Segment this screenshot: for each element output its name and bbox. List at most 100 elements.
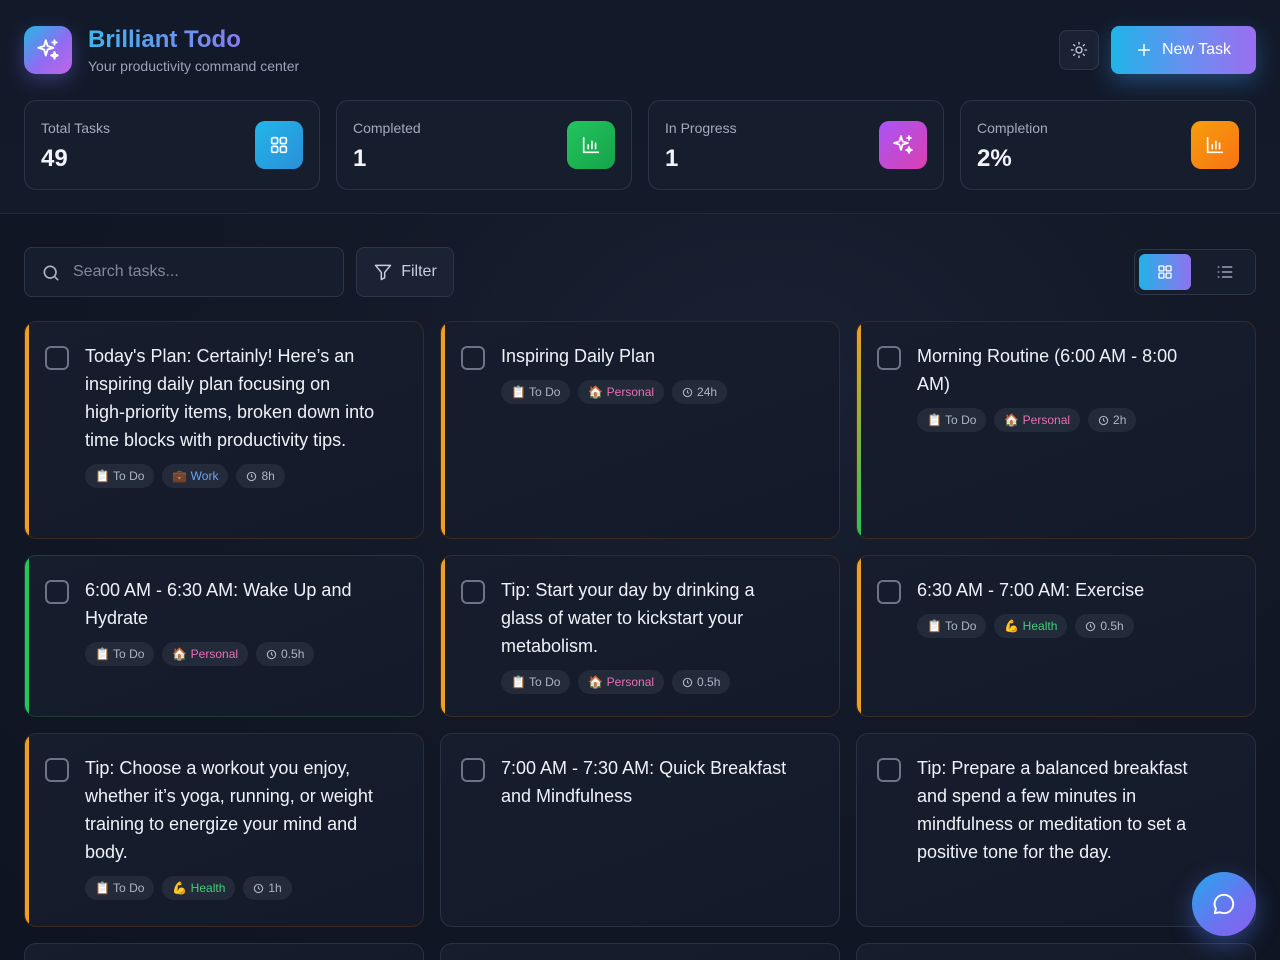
task-card[interactable]: Morning Routine (6:00 AM - 8:00 AM) 📋 To…	[856, 321, 1256, 539]
category-tag: 🏠 Personal	[162, 642, 249, 666]
stat-completed: Completed 1	[336, 100, 632, 190]
sun-icon	[1070, 41, 1088, 59]
task-card[interactable]: 6:00 AM - 6:30 AM: Wake Up and Hydrate 📋…	[24, 555, 424, 717]
app-logo	[24, 26, 72, 74]
stat-label: Total Tasks	[41, 120, 110, 136]
category-tag: 💼 Work	[162, 464, 229, 488]
status-tag: 📋 To Do	[501, 380, 571, 404]
status-tag: 📋 To Do	[501, 670, 571, 694]
task-title-text: 7:00 AM - 7:30 AM: Quick Breakfast and M…	[501, 758, 787, 806]
time-value: 1h	[268, 881, 282, 895]
theme-toggle-button[interactable]	[1059, 30, 1099, 70]
clock-icon	[266, 649, 277, 659]
task-card[interactable]: 7:00 AM - 7:30 AM: Quick Breakfast and M…	[440, 733, 840, 927]
plus-icon	[1137, 43, 1151, 57]
stat-total-tasks: Total Tasks 49	[24, 100, 320, 190]
task-checkbox[interactable]	[461, 346, 485, 370]
task-title-text: Morning Routine (6:00 AM - 8:00 AM)	[917, 346, 1178, 394]
list-icon	[1217, 266, 1233, 278]
search-input[interactable]	[73, 248, 333, 296]
task-tags: 📋 To Do 🏠 Personal 24h	[501, 380, 791, 404]
task-checkbox[interactable]	[45, 346, 69, 370]
grid-view-button[interactable]	[1139, 254, 1191, 290]
search-icon	[43, 265, 59, 281]
filter-button[interactable]: Filter	[356, 247, 454, 297]
task-title: 7:00 AM - 7:30 AM: Quick Breakfast and M…	[501, 754, 791, 810]
task-title: Morning Routine (6:00 AM - 8:00 AM) 📋 To…	[917, 342, 1207, 432]
new-task-button[interactable]: New Task	[1111, 26, 1256, 74]
task-title: Tip: Choose a workout you enjoy, whether…	[85, 754, 375, 900]
time-tag: 1h	[243, 876, 292, 900]
view-toggle	[1134, 249, 1256, 295]
filter-icon	[374, 264, 392, 281]
task-checkbox[interactable]	[45, 758, 69, 782]
time-tag: 8h	[236, 464, 285, 488]
task-card[interactable]: Today's Plan: Certainly! Here’s an inspi…	[24, 321, 424, 539]
task-title-text: 6:00 AM - 6:30 AM: Wake Up and Hydrate	[85, 580, 352, 628]
clock-icon	[1098, 415, 1109, 425]
app-title: Brilliant Todo	[88, 26, 241, 53]
clock-icon	[682, 677, 693, 687]
clock-icon	[1086, 621, 1096, 631]
category-tag: 💪 Health	[994, 614, 1068, 638]
task-title-text: Inspiring Daily Plan	[501, 346, 656, 366]
stat-value: 1	[353, 145, 367, 172]
task-checkbox[interactable]	[877, 580, 901, 604]
task-card[interactable]: Tip: Choose a workout you enjoy, whether…	[24, 733, 424, 927]
task-title: Today's Plan: Certainly! Here’s an inspi…	[85, 342, 375, 488]
task-checkbox[interactable]	[461, 580, 485, 604]
time-value: 8h	[261, 469, 275, 483]
category-tag: 💪 Health	[162, 876, 236, 900]
task-checkbox[interactable]	[461, 758, 485, 782]
list-view-button[interactable]	[1199, 254, 1251, 290]
time-tag: 24h	[672, 380, 728, 404]
chat-button[interactable]	[1192, 872, 1256, 936]
task-title-text: Tip: Start your day by drinking a glass …	[501, 580, 755, 656]
stat-value: 2%	[977, 145, 1012, 172]
filter-label: Filter	[401, 263, 437, 280]
time-tag: 0.5h	[672, 670, 731, 694]
status-tag: 📋 To Do	[85, 464, 155, 488]
priority-accent	[857, 556, 861, 716]
task-card[interactable]: Inspiring Daily Plan 📋 To Do 🏠 Personal …	[440, 321, 840, 539]
new-task-label: New Task	[1161, 41, 1232, 58]
app-subtitle: Your productivity command center	[88, 58, 300, 74]
category-tag: 🏠 Personal	[578, 670, 665, 694]
task-card[interactable]: Tip: Start your day by drinking a glass …	[440, 555, 840, 717]
time-tag: 2h	[1088, 408, 1137, 432]
task-title-text: Tip: Choose a workout you enjoy, whether…	[85, 758, 373, 862]
status-tag: 📋 To Do	[85, 642, 155, 666]
task-title: 6:30 AM - 7:00 AM: Exercise 📋 To Do 💪 He…	[917, 576, 1207, 638]
task-tags: 📋 To Do 💼 Work 8h	[85, 464, 375, 488]
task-tags: 📋 To Do 🏠 Personal 0.5h	[501, 670, 791, 694]
task-title: Inspiring Daily Plan 📋 To Do 🏠 Personal …	[501, 342, 791, 404]
task-tags: 📋 To Do 💪 Health 1h	[85, 876, 375, 900]
stat-label: Completion	[977, 120, 1048, 136]
task-checkbox[interactable]	[45, 580, 69, 604]
chart-icon	[567, 121, 615, 169]
chart-icon	[1191, 121, 1239, 169]
task-card[interactable]: 6:30 AM - 7:00 AM: Exercise 📋 To Do 💪 He…	[856, 555, 1256, 717]
status-tag: 📋 To Do	[85, 876, 155, 900]
clock-icon	[254, 883, 264, 893]
time-value: 0.5h	[697, 675, 721, 689]
time-tag: 0.5h	[256, 642, 315, 666]
clock-icon	[247, 471, 257, 481]
task-tags: 📋 To Do 🏠 Personal 0.5h	[85, 642, 375, 666]
task-card[interactable]	[856, 943, 1256, 960]
priority-accent	[441, 322, 445, 538]
priority-accent	[441, 556, 445, 716]
time-value: 0.5h	[1100, 619, 1124, 633]
category-tag: 🏠 Personal	[578, 380, 665, 404]
task-checkbox[interactable]	[877, 758, 901, 782]
time-value: 2h	[1113, 413, 1127, 427]
status-tag: 📋 To Do	[917, 614, 987, 638]
task-checkbox[interactable]	[877, 346, 901, 370]
task-card[interactable]	[440, 943, 840, 960]
stat-in-progress: In Progress 1	[648, 100, 944, 190]
search-box	[24, 247, 344, 297]
task-tags: 📋 To Do 💪 Health 0.5h	[917, 614, 1207, 638]
chat-bubble-icon	[1213, 893, 1235, 915]
grid-icon	[255, 121, 303, 169]
task-card[interactable]	[24, 943, 424, 960]
